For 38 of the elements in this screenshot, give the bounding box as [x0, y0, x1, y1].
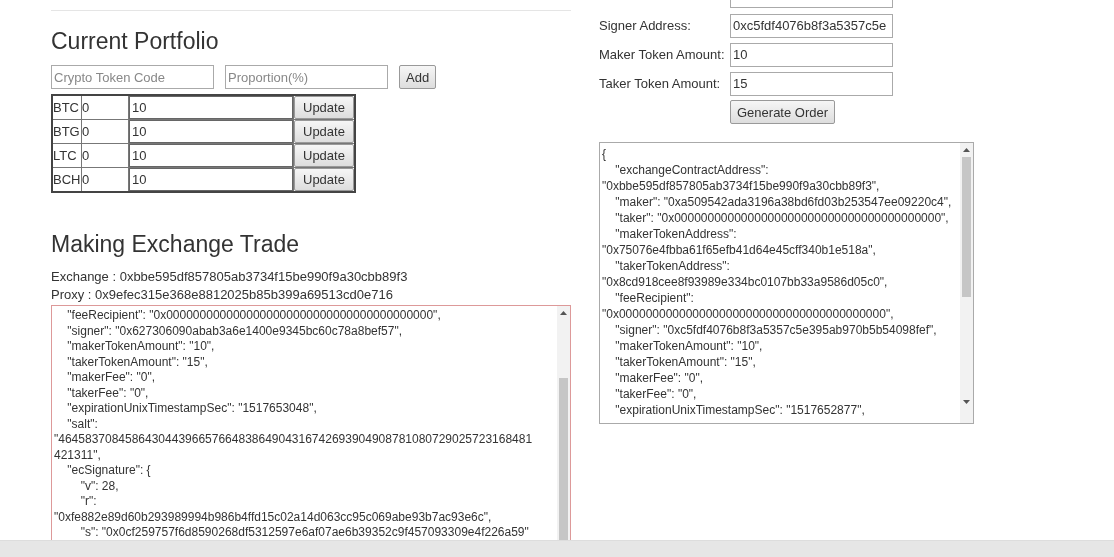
- field-label: Signer Address:: [599, 18, 692, 33]
- amount-cell: 0: [81, 95, 129, 120]
- proportion-input[interactable]: 10: [129, 120, 293, 143]
- proxy-address: Proxy : 0x9efec315e368e8812025b85b399a69513cd0e716: [51, 286, 394, 304]
- amount-cell: 0: [81, 167, 129, 192]
- token-code-field[interactable]: Crypto Token Code: [51, 65, 214, 89]
- add-button[interactable]: Add: [399, 65, 437, 89]
- scrollbar[interactable]: [557, 306, 570, 540]
- order-json-text: "feeRecipient": "0x0000000000000000000000000000000000000000", "signer": "0x627306090abab3a6e1400e9345bc60c78a8bef57", "makerTokenAmount": "10", "takerTokenAmount": "15", "makerFee": "0", "takerFee": "0", "expirationUnixTimestampSec": "1517653048", "salt": "46458370845864304439665766483864904316742693904908781080729025723168481 421311", "ecSignature": { "v": 28, "r": "0xfe882e89d60b293989994b986b4ffd15c02a14d063cc95c069abe93b7ac93e6c", "s": "0x0cf259757f6d8590268df5312597e6af07ae6b39352c9f457093309e4f226a59": [53, 307, 534, 540]
- token-code-cell: BCH: [52, 167, 82, 192]
- amount-cell: 0: [81, 143, 129, 168]
- order-input-field[interactable]: 0xc5fdf4076b8f3a5357c5e: [730, 13, 893, 38]
- proportion-input[interactable]: 10: [129, 168, 293, 191]
- proportion-input[interactable]: 10: [129, 144, 293, 167]
- order-input-field[interactable]: 10: [730, 42, 893, 67]
- exchange-address: Exchange : 0xbbe595df857805ab3734f15be990f9a30cbb89f3: [51, 268, 409, 286]
- update-button[interactable]: Update: [294, 144, 354, 167]
- update-button[interactable]: Update: [294, 96, 354, 119]
- field-label: Maker Token Amount:: [599, 47, 726, 62]
- proportion-input[interactable]: 10: [129, 96, 293, 119]
- horizontal-scrollbar[interactable]: [0, 540, 1114, 557]
- scroll-up-icon[interactable]: [962, 147, 971, 153]
- order-input-field[interactable]: 15: [730, 71, 893, 96]
- token-code-cell: BTG: [52, 119, 82, 144]
- scrollbar[interactable]: [960, 143, 973, 423]
- token-code-cell: LTC: [52, 143, 82, 168]
- scroll-up-icon[interactable]: [559, 310, 568, 316]
- generate-order-button[interactable]: Generate Order: [730, 100, 836, 124]
- amount-cell: 0: [81, 119, 129, 144]
- order-json-text: { "exchangeContractAddress": "0xbbe595df857805ab3734f15be990f9a30cbb89f3", "maker": "0xa509542ada3196a38bd6fd03b253547ee09220c4", "taker": "0x0000000000000000000000000000000000000000", "makerTokenAddress": "0x75076e4fbba61f65efb41d64e45cff340b1e518a", "takerTokenAddress": "0x8cd918cee8f93989e334bc0107bb33a9586d05c0", "feeRecipient": "0x0000000000000000000000000000000000000000", "signer": "0xc5fdf4076b8f3a5357c5e395ab970b5b54098fef", "makerTokenAmount": "10", "takerTokenAmount": "15", "makerFee": "0", "takerFee": "0", "expirationUnixTimestampSec": "1517652877",: [601, 146, 953, 418]
- update-button[interactable]: Update: [294, 168, 354, 191]
- proportion-field[interactable]: Proportion(%): [225, 65, 388, 89]
- update-button[interactable]: Update: [294, 120, 354, 143]
- field-label: Taker Token Amount:: [599, 76, 722, 91]
- section-heading: Current Portfolio: [51, 28, 220, 55]
- section-heading: Making Exchange Trade: [51, 231, 301, 258]
- scroll-down-icon[interactable]: [962, 399, 971, 405]
- token-code-cell: BTC: [52, 95, 82, 120]
